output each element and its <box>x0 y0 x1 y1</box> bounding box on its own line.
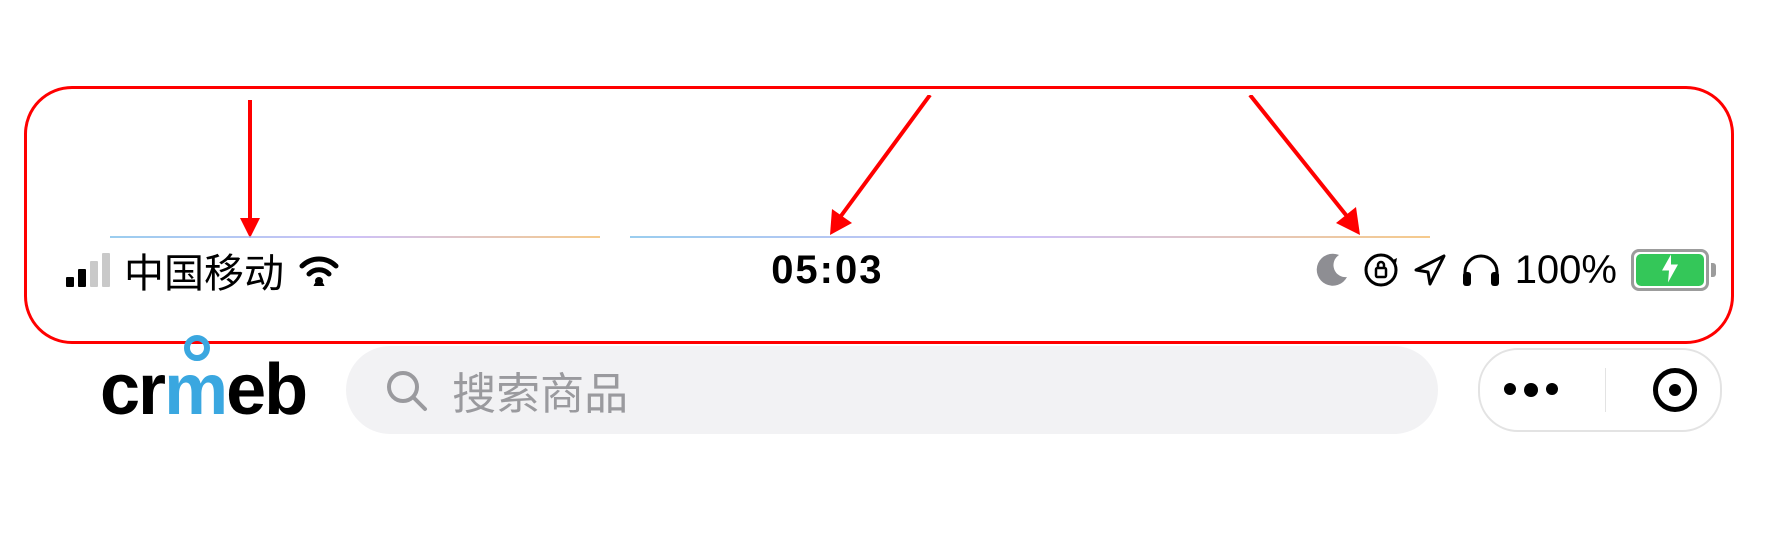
wifi-icon <box>298 254 340 286</box>
target-icon[interactable] <box>1653 368 1697 412</box>
arrow-icon <box>820 95 940 245</box>
status-left: 中国移动 <box>66 241 340 299</box>
search-placeholder: 搜索商品 <box>452 358 628 422</box>
decorative-line <box>110 236 600 238</box>
decorative-line <box>630 236 1430 238</box>
logo: crmeb <box>100 349 306 431</box>
menu-dots-icon[interactable] <box>1504 383 1558 397</box>
app-header: crmeb 搜索商品 <box>100 340 1722 440</box>
logo-part: eb <box>226 349 306 431</box>
divider <box>1605 368 1606 412</box>
search-input[interactable]: 搜索商品 <box>346 346 1438 434</box>
status-right: 100% <box>1315 248 1716 293</box>
signal-icon <box>66 253 110 287</box>
headphones-icon <box>1461 252 1501 288</box>
carrier-label: 中国移动 <box>124 241 284 299</box>
battery-charging-icon <box>1631 249 1716 291</box>
location-icon <box>1413 253 1447 287</box>
logo-part: m <box>164 349 226 431</box>
moon-icon <box>1315 253 1349 287</box>
clock: 05:03 <box>340 248 1315 293</box>
search-icon <box>384 368 428 412</box>
battery-percent: 100% <box>1515 248 1617 293</box>
arrow-icon <box>230 100 270 240</box>
logo-part: cr <box>100 349 164 431</box>
annotation-box <box>24 86 1734 344</box>
miniprogram-capsule <box>1478 348 1722 432</box>
rotation-lock-icon <box>1363 252 1399 288</box>
status-bar: 中国移动 05:03 <box>66 242 1716 298</box>
arrow-icon <box>1240 95 1370 245</box>
